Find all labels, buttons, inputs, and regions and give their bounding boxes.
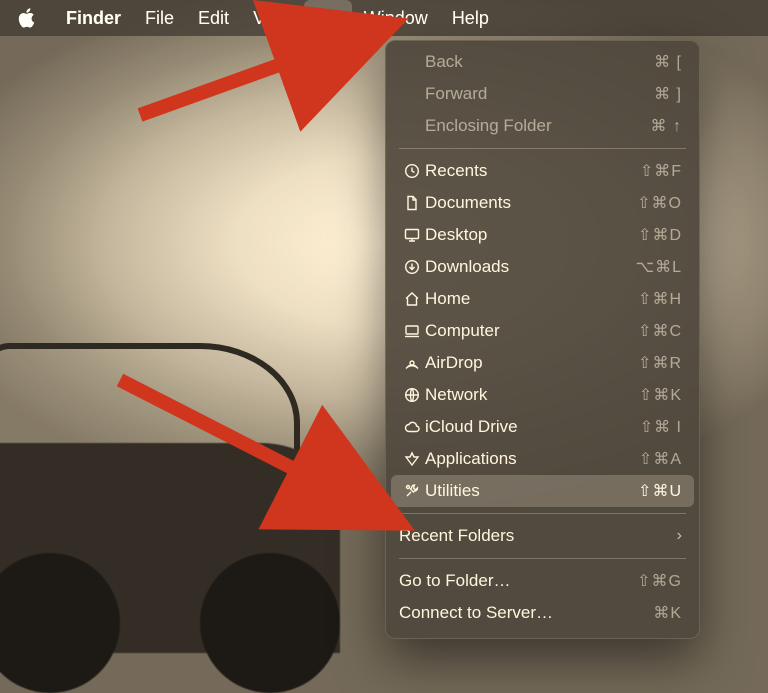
menu-item-connect-to-server[interactable]: Connect to Server…⌘K — [385, 597, 700, 629]
shortcut: ⌘K — [653, 603, 682, 623]
document-icon — [399, 195, 425, 211]
menu-item-label: Applications — [425, 449, 639, 469]
shortcut: ⇧⌘O — [637, 193, 682, 213]
shortcut: ⇧⌘G — [637, 571, 682, 591]
shortcut: ⇧⌘R — [638, 353, 682, 373]
shortcut: ⇧⌘A — [639, 449, 682, 469]
menu-item-utilities[interactable]: Utilities⇧⌘U — [391, 475, 694, 507]
menu-item-label: Enclosing Folder — [425, 116, 651, 136]
menu-item-label: Recent Folders — [399, 526, 677, 546]
menu-item-label: Documents — [425, 193, 637, 213]
menu-item-label: Downloads — [425, 257, 636, 277]
clock-icon — [399, 163, 425, 179]
menu-item-enclosing-folder: Enclosing Folder⌘ ↑ — [385, 110, 700, 142]
menu-item-label: Go to Folder… — [399, 571, 637, 591]
chevron-right-icon: › — [677, 527, 682, 545]
computer-icon — [399, 323, 425, 339]
menu-item-label: Back — [425, 52, 654, 72]
menu-item-label: Recents — [425, 161, 640, 181]
car-wheel — [200, 553, 340, 693]
menu-item-network[interactable]: Network⇧⌘K — [385, 379, 700, 411]
menu-item-label: Forward — [425, 84, 654, 104]
menu-item-label: AirDrop — [425, 353, 638, 373]
menu-item-go-to-folder[interactable]: Go to Folder…⇧⌘G — [385, 565, 700, 597]
shortcut: ⇧⌘F — [640, 161, 682, 181]
menu-item-label: Connect to Server… — [399, 603, 653, 623]
annotation-arrow-to-go — [120, 20, 400, 135]
shortcut: ⌘ ] — [654, 84, 682, 104]
menu-item-label: Network — [425, 385, 639, 405]
car-wheel — [0, 553, 120, 693]
shortcut: ⇧⌘K — [639, 385, 682, 405]
menu-help[interactable]: Help — [440, 0, 501, 36]
menu-item-label: iCloud Drive — [425, 417, 640, 437]
desktop-icon — [399, 227, 425, 243]
shortcut: ⇧⌘ I — [640, 417, 682, 437]
annotation-arrow-to-utilities — [110, 370, 410, 545]
go-dropdown-menu: Back⌘ [ Forward⌘ ] Enclosing Folder⌘ ↑ R… — [385, 40, 700, 639]
menu-item-recents[interactable]: Recents⇧⌘F — [385, 155, 700, 187]
menu-item-desktop[interactable]: Desktop⇧⌘D — [385, 219, 700, 251]
airdrop-icon — [399, 355, 425, 371]
menu-item-label: Home — [425, 289, 638, 309]
desktop-wallpaper: Finder File Edit View Go Window Help Bac… — [0, 0, 768, 693]
download-icon — [399, 259, 425, 275]
menu-item-applications[interactable]: Applications⇧⌘A — [385, 443, 700, 475]
shortcut: ⌘ [ — [654, 52, 682, 72]
home-icon — [399, 291, 425, 307]
menu-item-forward: Forward⌘ ] — [385, 78, 700, 110]
menu-separator — [399, 558, 686, 559]
menu-item-label: Desktop — [425, 225, 638, 245]
menu-item-label: Computer — [425, 321, 638, 341]
menu-item-recent-folders[interactable]: Recent Folders › — [385, 520, 700, 552]
menu-item-icloud-drive[interactable]: iCloud Drive⇧⌘ I — [385, 411, 700, 443]
menu-item-computer[interactable]: Computer⇧⌘C — [385, 315, 700, 347]
shortcut: ⌥⌘L — [636, 257, 682, 277]
menu-item-home[interactable]: Home⇧⌘H — [385, 283, 700, 315]
shortcut: ⇧⌘U — [638, 481, 682, 501]
shortcut: ⇧⌘D — [638, 225, 682, 245]
shortcut: ⇧⌘H — [638, 289, 682, 309]
menu-separator — [399, 513, 686, 514]
shortcut: ⇧⌘C — [638, 321, 682, 341]
menu-separator — [399, 148, 686, 149]
shortcut: ⌘ ↑ — [651, 116, 682, 136]
apple-menu-icon[interactable] — [18, 8, 36, 28]
menu-item-label: Utilities — [425, 481, 638, 501]
menu-item-back: Back⌘ [ — [385, 46, 700, 78]
menu-item-downloads[interactable]: Downloads⌥⌘L — [385, 251, 700, 283]
menu-item-documents[interactable]: Documents⇧⌘O — [385, 187, 700, 219]
menu-item-airdrop[interactable]: AirDrop⇧⌘R — [385, 347, 700, 379]
